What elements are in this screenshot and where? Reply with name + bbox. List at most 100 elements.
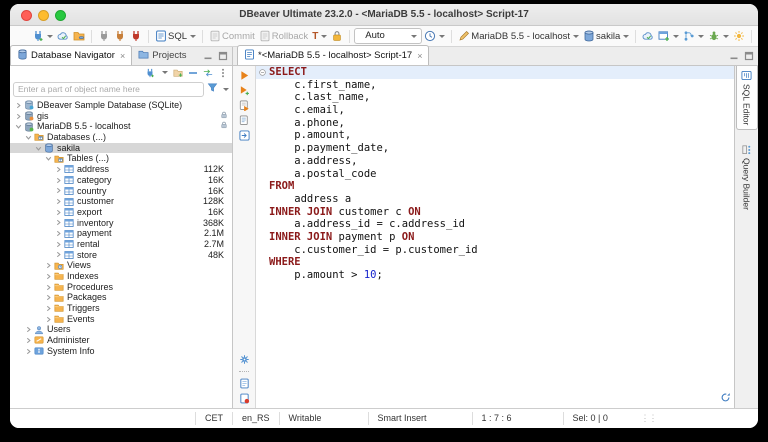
tree-item-country[interactable]: country16K: [10, 186, 232, 197]
tree-item-export[interactable]: export16K: [10, 207, 232, 218]
chevron-right-icon[interactable]: [24, 326, 33, 333]
chevron-right-icon[interactable]: [44, 294, 53, 301]
chevron-right-icon[interactable]: [44, 262, 53, 269]
minimize-view-icon[interactable]: [203, 51, 213, 64]
tab-projects[interactable]: Projects: [132, 46, 192, 65]
chevron-right-icon[interactable]: [54, 198, 63, 205]
tree-item-mariadb-5-5-localhost[interactable]: MariaDB 5.5 - localhost: [10, 121, 232, 132]
chevron-right-icon[interactable]: [54, 219, 63, 226]
save-file-icon[interactable]: [239, 393, 250, 404]
tree-item-system-info[interactable]: System Info: [10, 346, 232, 357]
tree-item-address[interactable]: address112K: [10, 164, 232, 175]
new-connection-icon[interactable]: [145, 68, 155, 78]
execute-script-natively-button[interactable]: [239, 115, 250, 126]
tree-item-events[interactable]: Events: [10, 314, 232, 325]
tree-item-gis[interactable]: gis: [10, 111, 232, 122]
execute-statement-button[interactable]: [239, 70, 250, 81]
chevron-right-icon[interactable]: [54, 187, 63, 194]
rollback-button[interactable]: Rollback: [257, 29, 310, 43]
tree-item-rental[interactable]: rental2.7M: [10, 239, 232, 250]
code-line[interactable]: c.customer_id = p.customer_id: [256, 244, 734, 257]
tree-item-packages[interactable]: Packages: [10, 292, 232, 303]
new-folder-icon[interactable]: [173, 68, 183, 78]
tree-item-administer[interactable]: Administer: [10, 335, 232, 346]
status-caret-position[interactable]: 1 : 7 : 6: [472, 412, 563, 425]
code-line[interactable]: FROM: [256, 180, 734, 193]
tree-item-databases[interactable]: Databases (...): [10, 132, 232, 143]
code-line[interactable]: address a: [256, 193, 734, 206]
maximize-view-icon[interactable]: [218, 51, 228, 64]
tree-item-store[interactable]: store48K: [10, 250, 232, 261]
tree-item-procedures[interactable]: Procedures: [10, 282, 232, 293]
chevron-right-icon[interactable]: [54, 241, 63, 248]
commit-button[interactable]: Commit: [207, 29, 257, 43]
transaction-history-clock-icon[interactable]: [422, 29, 447, 43]
new-connection-button[interactable]: [30, 29, 55, 43]
chevron-right-icon[interactable]: [54, 251, 63, 258]
code-line[interactable]: p.amount,: [256, 129, 734, 142]
cloud-settings-icon[interactable]: [640, 29, 656, 43]
chevron-right-icon[interactable]: [44, 273, 53, 280]
view-menu-icon[interactable]: [218, 68, 228, 78]
tree-item-views[interactable]: Views: [10, 260, 232, 271]
active-connection-select[interactable]: MariaDB 5.5 - localhost: [456, 29, 581, 43]
maximize-editor-icon[interactable]: [744, 51, 754, 64]
code-line[interactable]: a.address,: [256, 155, 734, 168]
tree-item-dbeaver-sample-database-sqlite[interactable]: DBeaver Sample Database (SQLite): [10, 100, 232, 111]
tab-query-builder[interactable]: Query Builder: [740, 140, 753, 214]
chevron-right-icon[interactable]: [14, 102, 23, 109]
quick-search-button[interactable]: [756, 29, 758, 43]
chevron-right-icon[interactable]: [54, 166, 63, 173]
connect-plug-icon[interactable]: [96, 29, 112, 43]
code-line[interactable]: WHERE: [256, 256, 734, 269]
debug-bug-icon[interactable]: [706, 29, 731, 43]
execute-in-new-tab-button[interactable]: [239, 85, 250, 96]
chevron-down-icon[interactable]: [34, 145, 43, 152]
code-line[interactable]: a.address_id = c.address_id: [256, 218, 734, 231]
reconnect-plug-icon[interactable]: [112, 29, 128, 43]
code-line[interactable]: INNER JOIN customer c ON: [256, 206, 734, 219]
sql-editor-settings-gear-icon[interactable]: [239, 354, 250, 365]
code-line[interactable]: p.amount > 10;: [256, 269, 734, 282]
sql-code-area[interactable]: SELECT c.first_name, c.last_name, c.emai…: [256, 66, 734, 408]
object-filter-input[interactable]: [13, 82, 204, 97]
minimize-window-button[interactable]: [38, 10, 49, 21]
minimize-editor-icon[interactable]: [729, 51, 739, 64]
close-icon[interactable]: ×: [120, 51, 125, 61]
collapse-all-icon[interactable]: [188, 68, 198, 78]
export-from-query-button[interactable]: [239, 130, 250, 141]
tree-item-category[interactable]: category16K: [10, 175, 232, 186]
chevron-down-icon[interactable]: [24, 134, 33, 141]
code-line[interactable]: INNER JOIN payment p ON: [256, 231, 734, 244]
tasks-sun-icon[interactable]: [731, 29, 747, 43]
chevron-down-icon[interactable]: [44, 155, 53, 162]
disconnect-plug-icon[interactable]: [128, 29, 144, 43]
open-file-icon[interactable]: [239, 378, 250, 389]
tree-item-inventory[interactable]: inventory368K: [10, 218, 232, 229]
zoom-window-button[interactable]: [55, 10, 66, 21]
chevron-right-icon[interactable]: [54, 209, 63, 216]
tree-item-tables[interactable]: Tables (...): [10, 153, 232, 164]
cloud-connection-icon[interactable]: [55, 29, 71, 43]
code-line[interactable]: a.phone,: [256, 117, 734, 130]
tree-item-triggers[interactable]: Triggers: [10, 303, 232, 314]
chevron-right-icon[interactable]: [24, 348, 33, 355]
chevron-right-icon[interactable]: [44, 316, 53, 323]
commit-mode-select[interactable]: Auto: [354, 28, 422, 44]
code-line[interactable]: a.postal_code: [256, 168, 734, 181]
code-line[interactable]: c.last_name,: [256, 91, 734, 104]
chevron-right-icon[interactable]: [44, 284, 53, 291]
tree-item-users[interactable]: Users: [10, 324, 232, 335]
chevron-right-icon[interactable]: [14, 113, 23, 120]
tree-item-indexes[interactable]: Indexes: [10, 271, 232, 282]
tab-sql-editor[interactable]: SQL Editor: [736, 66, 758, 130]
filter-funnel-icon[interactable]: [207, 80, 218, 98]
code-line[interactable]: c.email,: [256, 104, 734, 117]
tab-database-navigator[interactable]: Database Navigator ×: [10, 45, 132, 65]
tree-item-sakila[interactable]: sakila: [10, 143, 232, 154]
tab-script-17[interactable]: *<MariaDB 5.5 - localhost> Script-17 ×: [237, 45, 429, 65]
code-line[interactable]: c.first_name,: [256, 79, 734, 92]
er-diagram-icon[interactable]: [681, 29, 706, 43]
close-icon[interactable]: ×: [417, 51, 422, 61]
link-with-editor-icon[interactable]: [203, 68, 213, 78]
